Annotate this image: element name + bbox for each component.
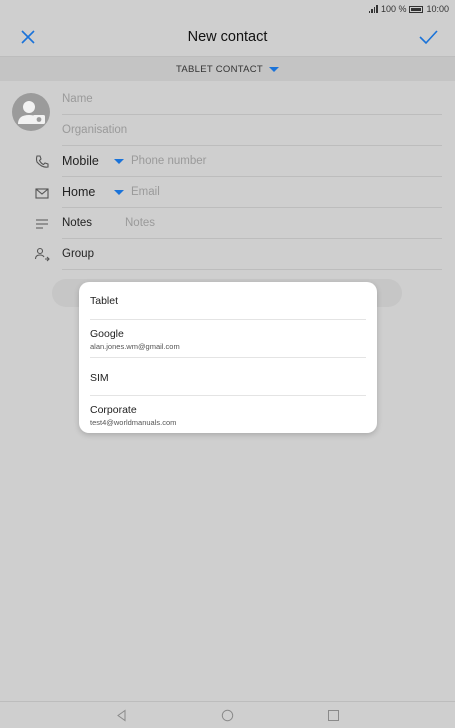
group-icon <box>34 247 50 262</box>
account-picker-popup: Tablet Google alan.jones.wm@gmail.com SI… <box>79 282 377 433</box>
battery-icon <box>409 5 424 13</box>
organisation-field[interactable]: Organisation <box>62 115 442 146</box>
check-icon[interactable] <box>417 27 439 47</box>
phone-type-caret-icon[interactable] <box>114 158 124 164</box>
account-option-email: test4@worldmanuals.com <box>90 418 177 427</box>
notes-input[interactable]: Notes <box>125 217 155 229</box>
notes-icon <box>36 219 48 229</box>
page-title: New contact <box>187 29 268 45</box>
phone-type-label[interactable]: Mobile <box>62 154 112 168</box>
clock: 10:00 <box>426 4 449 14</box>
account-option-label: Google <box>90 328 124 340</box>
phone-row: Mobile Phone number <box>62 146 442 177</box>
notes-row: Notes Notes <box>62 208 442 239</box>
signal-percent: 100 % <box>380 4 407 14</box>
account-option-sim[interactable]: SIM <box>90 372 366 384</box>
option-divider <box>90 319 366 320</box>
account-option-label: Tablet <box>90 295 119 307</box>
option-divider <box>90 357 366 358</box>
email-icon <box>35 188 49 199</box>
close-icon[interactable] <box>18 27 38 47</box>
app-bar: New contact <box>0 18 455 56</box>
account-option-tablet[interactable]: Tablet <box>90 295 366 307</box>
account-option-corporate[interactable]: Corporate test4@worldmanuals.com <box>90 404 366 427</box>
recents-icon[interactable] <box>327 709 340 722</box>
email-row: Home Email <box>62 177 442 208</box>
system-nav-bar <box>0 701 455 728</box>
group-field[interactable]: Group <box>62 239 442 270</box>
account-option-label: SIM <box>90 372 109 384</box>
home-icon[interactable] <box>221 709 234 722</box>
account-selector[interactable]: TABLET CONTACT <box>0 57 455 81</box>
phone-number-input[interactable]: Phone number <box>131 155 206 167</box>
name-placeholder: Name <box>62 93 93 105</box>
notes-label: Notes <box>62 217 93 229</box>
account-option-google[interactable]: Google alan.jones.wm@gmail.com <box>90 328 366 351</box>
account-option-email: alan.jones.wm@gmail.com <box>90 342 180 351</box>
back-icon[interactable] <box>115 709 128 722</box>
name-field[interactable]: Name <box>62 84 442 115</box>
signal-icon <box>368 5 378 13</box>
phone-icon <box>35 155 49 168</box>
account-option-label: Corporate <box>90 404 137 416</box>
email-type-label[interactable]: Home <box>62 185 112 199</box>
email-input[interactable]: Email <box>131 186 160 198</box>
avatar-camera-icon[interactable] <box>12 93 50 131</box>
status-bar: 100 % 10:00 <box>0 0 455 18</box>
option-divider <box>90 395 366 396</box>
organisation-placeholder: Organisation <box>62 124 128 136</box>
email-type-caret-icon[interactable] <box>114 189 124 195</box>
group-label: Group <box>62 248 94 260</box>
account-label: TABLET CONTACT <box>175 63 264 75</box>
caret-down-icon <box>269 66 280 72</box>
